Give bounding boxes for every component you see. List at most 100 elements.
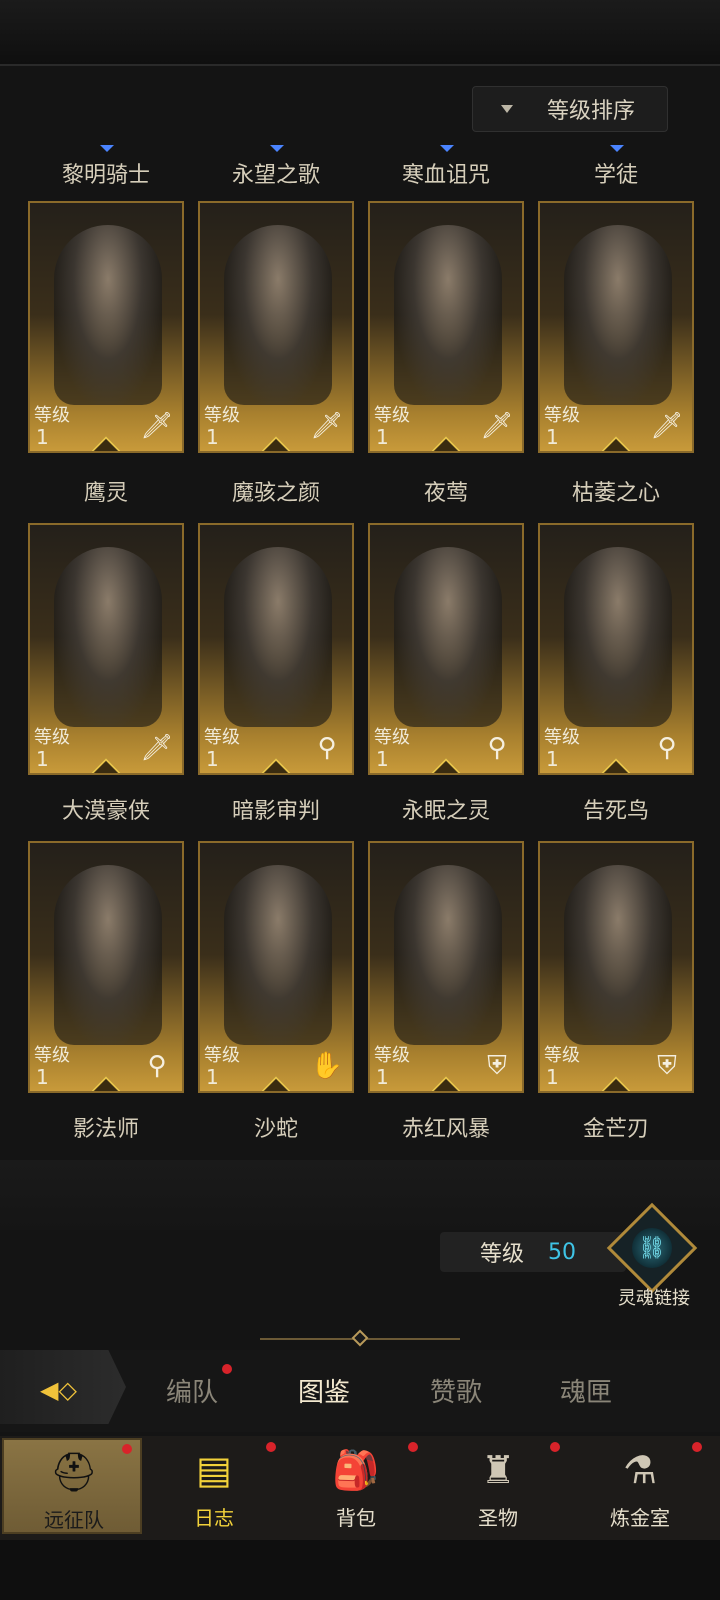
soul-link-label: 灵魂链接 (618, 1288, 690, 1309)
hero-portrait[interactable]: 等级 1 🗡 (368, 201, 524, 453)
hero-portrait[interactable]: 等级 1 ⛨ (538, 841, 694, 1093)
notification-dot (408, 1442, 418, 1452)
back-button[interactable]: ◀◇ (0, 1350, 126, 1424)
sort-label: 等级排序 (547, 99, 636, 124)
sword-icon: 🗡 (650, 411, 684, 441)
hero-name: 影法师 (72, 1117, 139, 1142)
nav-expedition[interactable]: ⛑ 远征队 (2, 1438, 142, 1534)
hero-name: 学徒 (593, 163, 638, 188)
backpack-icon: 🎒 (332, 1447, 380, 1492)
rank-gem-icon (599, 436, 633, 451)
hero-portrait[interactable]: 等级 1 🗡 (28, 201, 184, 453)
level-value: 1 (206, 1065, 219, 1089)
nav-alchemy[interactable]: ⚗ 炼金室 (570, 1438, 710, 1534)
staff-icon: ⚲ (147, 1051, 167, 1081)
notification-dot (122, 1444, 132, 1454)
rank-gem-icon (89, 1076, 123, 1091)
tab-label: 编队 (166, 1378, 219, 1408)
staff-icon: ⚲ (487, 733, 507, 763)
alchemy-icon: ⚗ (622, 1448, 658, 1492)
tab-formation[interactable]: 编队 (166, 1364, 233, 1409)
rank-gem-icon (259, 436, 293, 451)
level-label: 等级 (34, 1045, 70, 1066)
hero-portrait[interactable]: 等级 1 ⛨ (368, 841, 524, 1093)
hero-art (394, 225, 502, 405)
rank-gem-icon (429, 758, 463, 773)
soul-link-button[interactable]: ⛓ 灵魂链接 (606, 1202, 702, 1310)
hero-name: 大漠豪侠 (61, 799, 150, 824)
notification-dot (692, 1442, 702, 1452)
hero-portrait[interactable]: 等级 1 ⚲ (368, 523, 524, 775)
hero-art (224, 865, 332, 1045)
nav-label: 炼金室 (610, 1506, 670, 1530)
level-label: 等级 (544, 727, 580, 748)
hero-portrait[interactable]: 等级 1 ✋ (198, 841, 354, 1093)
hero-name: 告死鸟 (582, 799, 649, 824)
staff-icon: ⚲ (657, 733, 677, 763)
viking-helmet-icon: ⛑ (49, 1449, 99, 1494)
hero-name: 枯萎之心 (571, 481, 660, 506)
bottom-navigation: ⛑ 远征队 ▤ 日志 🎒 背包 ♜ 圣物 ⚗ 炼金室 (0, 1436, 720, 1540)
nav-backpack[interactable]: 🎒 背包 (286, 1438, 426, 1534)
divider-diamond-icon (351, 1329, 369, 1347)
level-value: 1 (376, 1065, 389, 1089)
journal-icon: ▤ (196, 1448, 232, 1492)
nav-label: 远征队 (44, 1508, 104, 1532)
hero-name: 沙蛇 (253, 1117, 298, 1142)
level-value: 1 (206, 747, 219, 771)
rank-gem-icon (599, 758, 633, 773)
nav-relics[interactable]: ♜ 圣物 (428, 1438, 568, 1534)
selected-marker-icon (270, 145, 284, 152)
nav-journal[interactable]: ▤ 日志 (144, 1438, 284, 1534)
level-value: 1 (36, 1065, 49, 1089)
hero-portrait[interactable]: 等级 1 ⚲ (538, 523, 694, 775)
hero-portrait[interactable]: 等级 1 🗡 (198, 201, 354, 453)
level-label: 等级 (544, 1045, 580, 1066)
hero-name: 赤红风暴 (401, 1117, 490, 1142)
notification-dot (266, 1442, 276, 1452)
hand-icon: ✋ (310, 1051, 344, 1081)
nav-label: 背包 (336, 1506, 376, 1530)
rank-gem-icon (429, 436, 463, 451)
shield-icon: ⛨ (487, 1050, 507, 1081)
tab-hymn[interactable]: 赞歌 (430, 1372, 482, 1409)
hero-name: 魔骇之颜 (231, 481, 320, 506)
tab-label: 魂匣 (560, 1378, 613, 1408)
tab-soul-box[interactable]: 魂匣 (560, 1372, 612, 1409)
level-label: 等级 (204, 1045, 240, 1066)
hero-portrait[interactable]: 等级 1 ⚲ (28, 841, 184, 1093)
dropdown-triangle-icon (501, 105, 513, 113)
rank-gem-icon (429, 1076, 463, 1091)
level-label: 等级 (374, 405, 410, 426)
hero-name: 永望之歌 (231, 163, 320, 188)
tab-codex[interactable]: 图鉴 (298, 1372, 350, 1409)
rank-gem-icon (259, 758, 293, 773)
hero-name: 鹰灵 (83, 481, 128, 506)
hero-portrait[interactable]: 等级 1 🗡 (28, 523, 184, 775)
tab-label: 图鉴 (298, 1378, 351, 1408)
level-value: 1 (36, 747, 49, 771)
notification-dot (550, 1442, 560, 1452)
level-value: 1 (206, 425, 219, 449)
hero-name: 永眠之灵 (401, 799, 490, 824)
hero-portrait[interactable]: 等级 1 ⚲ (198, 523, 354, 775)
level-label: 等级 (204, 405, 240, 426)
nav-label: 圣物 (478, 1506, 518, 1530)
nav-label: 日志 (194, 1506, 234, 1530)
selected-marker-icon (610, 145, 624, 152)
level-value: 1 (376, 425, 389, 449)
sword-icon: 🗡 (140, 411, 174, 441)
tab-divider (260, 1329, 460, 1347)
selected-marker-icon (440, 145, 454, 152)
rank-gem-icon (89, 758, 123, 773)
level-panel-label: 等级 (480, 1242, 525, 1267)
sword-icon: 🗡 (480, 411, 514, 441)
selected-marker-icon (100, 145, 114, 152)
hero-name: 夜莺 (423, 481, 468, 506)
hero-art (54, 865, 162, 1045)
sort-dropdown[interactable]: 等级排序 (472, 86, 668, 132)
hero-name: 黎明骑士 (61, 163, 150, 188)
hero-art (394, 547, 502, 727)
hero-portrait[interactable]: 等级 1 🗡 (538, 201, 694, 453)
level-value: 1 (546, 1065, 559, 1089)
